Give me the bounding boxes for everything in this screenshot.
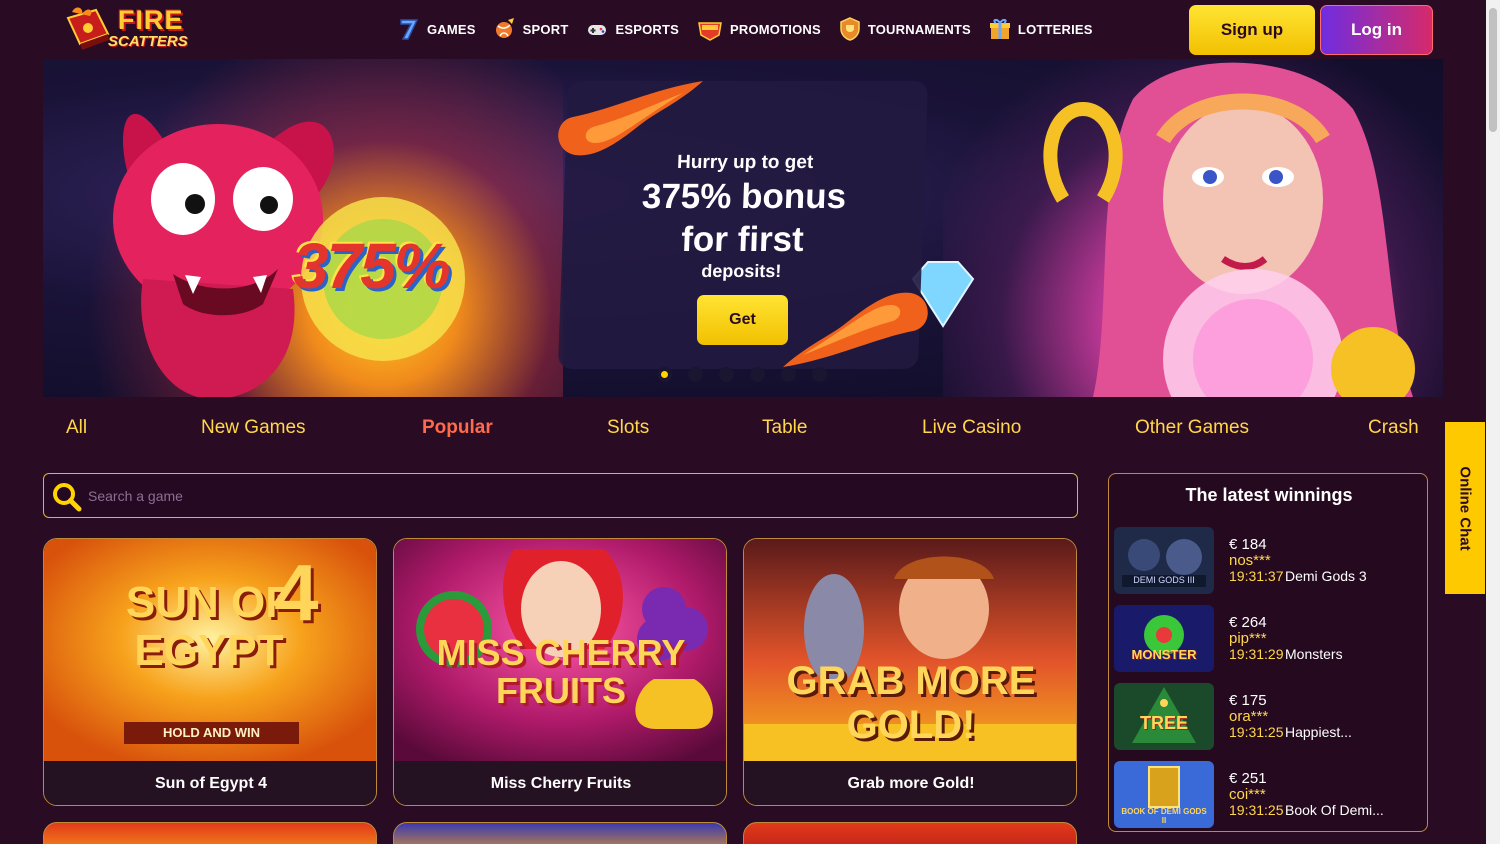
game-card-partial[interactable]: [393, 822, 727, 844]
site-header: FIRE SCATTERS GAMES SPORT ESPORTS PROMOT…: [0, 0, 1500, 58]
carousel-dot[interactable]: [750, 367, 765, 382]
game-title: Grab more Gold!: [744, 761, 1076, 805]
nav-sport-label: SPORT: [522, 21, 569, 37]
promo-banner[interactable]: 375% Hurry up to get 375% bonus for firs…: [43, 59, 1443, 397]
gift-icon: [989, 18, 1010, 39]
carousel-dot[interactable]: [781, 367, 796, 382]
winning-item[interactable]: MONSTER € 264 pip*** 19:31:29 Monsters: [1114, 605, 1424, 673]
logo-text-scatters: SCATTERS: [108, 33, 188, 50]
game-card-partial[interactable]: [43, 822, 377, 844]
winning-thumb-text: DEMI GODS III: [1133, 575, 1195, 585]
winning-time: 19:31:29: [1229, 646, 1284, 662]
tab-slots[interactable]: Slots: [607, 417, 649, 439]
nav-lotteries-label: LOTTERIES: [1017, 21, 1093, 37]
nav-games-label: GAMES: [427, 21, 476, 37]
nav-promotions-label: PROMOTIONS: [730, 21, 821, 37]
promo-line-3: for first: [680, 220, 805, 259]
winning-amount: € 175: [1229, 692, 1267, 709]
nav-lotteries[interactable]: LOTTERIES: [989, 17, 1093, 41]
flame-icon: [558, 81, 703, 156]
winning-item[interactable]: DEMI GODS III € 184 nos*** 19:31:37 Demi…: [1114, 527, 1424, 595]
winning-amount: € 184: [1229, 536, 1267, 553]
winning-time: 19:31:37: [1229, 568, 1284, 584]
tab-all[interactable]: All: [66, 417, 87, 439]
tab-popular[interactable]: Popular: [422, 417, 493, 439]
winning-user: pip***: [1229, 630, 1267, 647]
winning-time: 19:31:25: [1229, 802, 1284, 818]
carousel-dot[interactable]: [688, 367, 703, 382]
tab-table[interactable]: Table: [762, 417, 807, 439]
game-art-title: GRAB MORE GOLD!: [786, 659, 1036, 747]
game-card-partial[interactable]: [743, 822, 1077, 844]
fire-scatters-logo[interactable]: FIRE SCATTERS: [62, 4, 227, 54]
login-button[interactable]: Log in: [1320, 5, 1433, 55]
winning-amount: € 264: [1229, 614, 1267, 631]
search-icon[interactable]: [52, 482, 82, 512]
nav-esports-label: ESPORTS: [615, 21, 679, 37]
nav-promotions[interactable]: PROMOTIONS: [697, 17, 821, 41]
logo-text-fire: FIRE: [118, 5, 184, 35]
winning-user: coi***: [1229, 786, 1266, 803]
winning-game: Monsters: [1285, 646, 1343, 662]
winning-thumb-text: TREE: [1139, 713, 1188, 733]
game-card[interactable]: MISS CHERRY FRUITS Miss Cherry Fruits: [393, 538, 727, 806]
carousel-dot[interactable]: [657, 367, 672, 382]
carousel-dot[interactable]: [719, 367, 734, 382]
winning-thumb-text: BOOK OF DEMI GODS II: [1121, 807, 1207, 825]
online-chat-label: Online Chat: [1456, 465, 1474, 551]
nav-sport[interactable]: SPORT: [494, 17, 569, 41]
game-art-subtitle: HOLD AND WIN: [124, 722, 299, 744]
latest-winnings-title: The latest winnings: [1185, 485, 1353, 505]
game-card[interactable]: SUN OF EGYPT 4 HOLD AND WIN Sun of Egypt…: [43, 538, 377, 806]
winning-item[interactable]: BOOK OF DEMI GODS II € 251 coi*** 19:31:…: [1114, 761, 1424, 829]
winning-time: 19:31:25: [1229, 724, 1284, 740]
nav-tournaments-label: TOURNAMENTS: [867, 21, 971, 37]
winning-amount: € 251: [1229, 770, 1267, 787]
get-bonus-button[interactable]: Get: [697, 295, 788, 345]
game-title: Miss Cherry Fruits: [394, 761, 726, 805]
tab-new-games[interactable]: New Games: [201, 417, 306, 439]
ball-icon: [495, 18, 514, 38]
search-input[interactable]: [88, 482, 1048, 510]
winning-user: nos***: [1229, 552, 1271, 569]
winning-thumb-text: MONSTER: [1131, 647, 1197, 662]
nav-games[interactable]: GAMES: [398, 17, 476, 41]
gamepad-icon: [588, 25, 607, 35]
winning-game: Demi Gods 3: [1285, 568, 1367, 584]
golden-horseshoe: [1043, 101, 1123, 203]
seven-icon: [400, 19, 419, 40]
winning-game: Happiest...: [1285, 724, 1352, 740]
game-title: Sun of Egypt 4: [44, 761, 376, 805]
game-card[interactable]: GRAB MORE GOLD! Grab more Gold!: [743, 538, 1077, 806]
game-art-number: 4: [274, 548, 319, 637]
tab-live-casino[interactable]: Live Casino: [922, 417, 1021, 439]
game-category-tabs: All New Games Popular Slots Table Live C…: [43, 417, 1443, 449]
nav-esports[interactable]: ESPORTS: [586, 17, 679, 41]
game-art-title: MISS CHERRY FRUITS: [436, 632, 686, 711]
scrollbar-thumb[interactable]: [1489, 8, 1497, 132]
nav-tournaments[interactable]: TOURNAMENTS: [839, 17, 971, 41]
carousel-dots: [657, 367, 827, 382]
game-search-box: [43, 473, 1078, 518]
latest-winnings-panel: The latest winnings DEMI GODS III € 184 …: [1108, 473, 1428, 832]
winning-user: ora***: [1229, 708, 1269, 725]
shield-trophy-icon: [840, 17, 860, 41]
tab-crash[interactable]: Crash: [1368, 417, 1419, 439]
flame-icon: [783, 292, 928, 367]
promo-headline: 375% bonus for first: [562, 175, 925, 261]
promo-line-4: deposits!: [701, 261, 782, 281]
tab-other-games[interactable]: Other Games: [1135, 417, 1249, 439]
promo-line-2: 375% bonus: [641, 177, 847, 216]
online-chat-tab[interactable]: Online Chat: [1445, 422, 1485, 594]
winning-item[interactable]: TREE € 175 ora*** 19:31:25 Happiest...: [1114, 683, 1424, 751]
carousel-dot[interactable]: [812, 367, 827, 382]
bonus-badge-icon: [698, 22, 722, 41]
main-nav: GAMES SPORT ESPORTS PROMOTIONS TOURNAMEN…: [398, 14, 1093, 44]
page-scrollbar[interactable]: [1486, 0, 1500, 844]
banner-big-percent: 375%: [293, 230, 451, 302]
winning-game: Book Of Demi...: [1285, 802, 1384, 818]
signup-button[interactable]: Sign up: [1189, 5, 1315, 55]
